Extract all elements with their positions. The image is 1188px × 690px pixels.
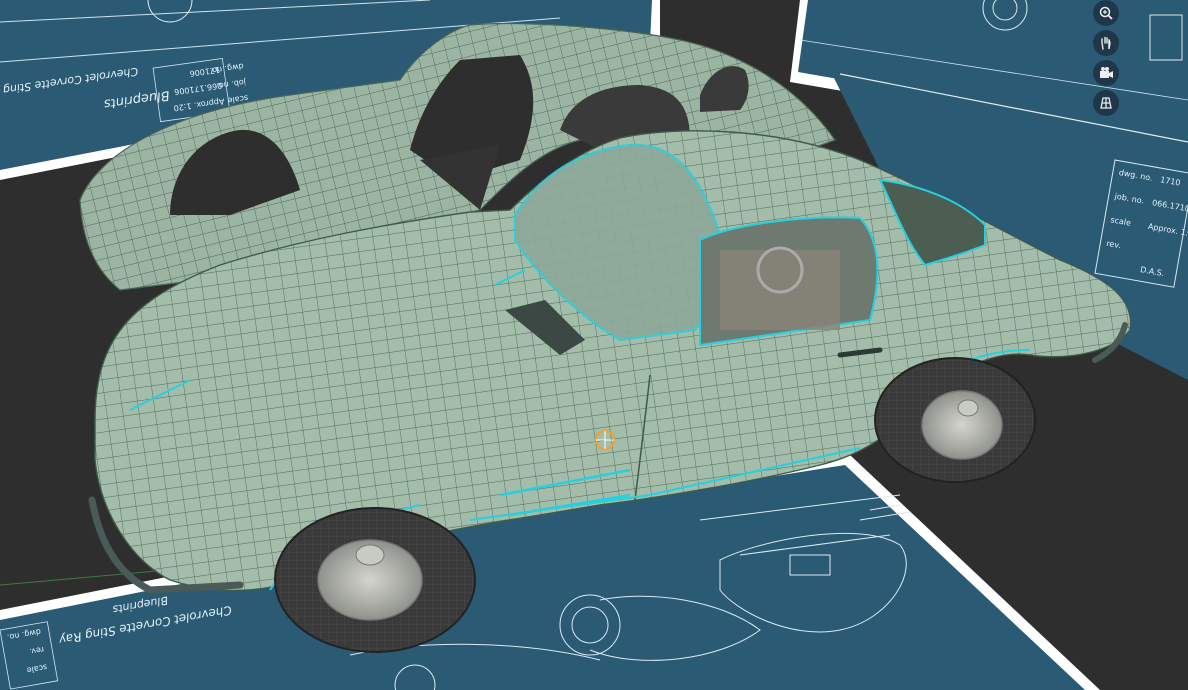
zoom-button[interactable] (1093, 0, 1119, 26)
3d-viewport[interactable]: Blueprints Chevrolet Corvette Sting Ray … (0, 0, 1188, 690)
wheel-rear[interactable] (874, 357, 1036, 483)
grid-view-icon (1100, 97, 1112, 109)
perspective-toggle-button[interactable] (1093, 90, 1119, 116)
object-origin-marker[interactable] (595, 430, 615, 450)
camera-icon (1100, 67, 1113, 78)
pan-button[interactable] (1093, 30, 1119, 56)
wheel-front[interactable] (274, 507, 476, 653)
viewport-scene[interactable]: Blueprints Chevrolet Corvette Sting Ray … (0, 0, 1188, 690)
viewport-navigation (1092, 0, 1120, 116)
camera-view-button[interactable] (1093, 60, 1119, 86)
zoom-icon (1099, 6, 1113, 20)
pan-hand-icon (1101, 36, 1111, 50)
